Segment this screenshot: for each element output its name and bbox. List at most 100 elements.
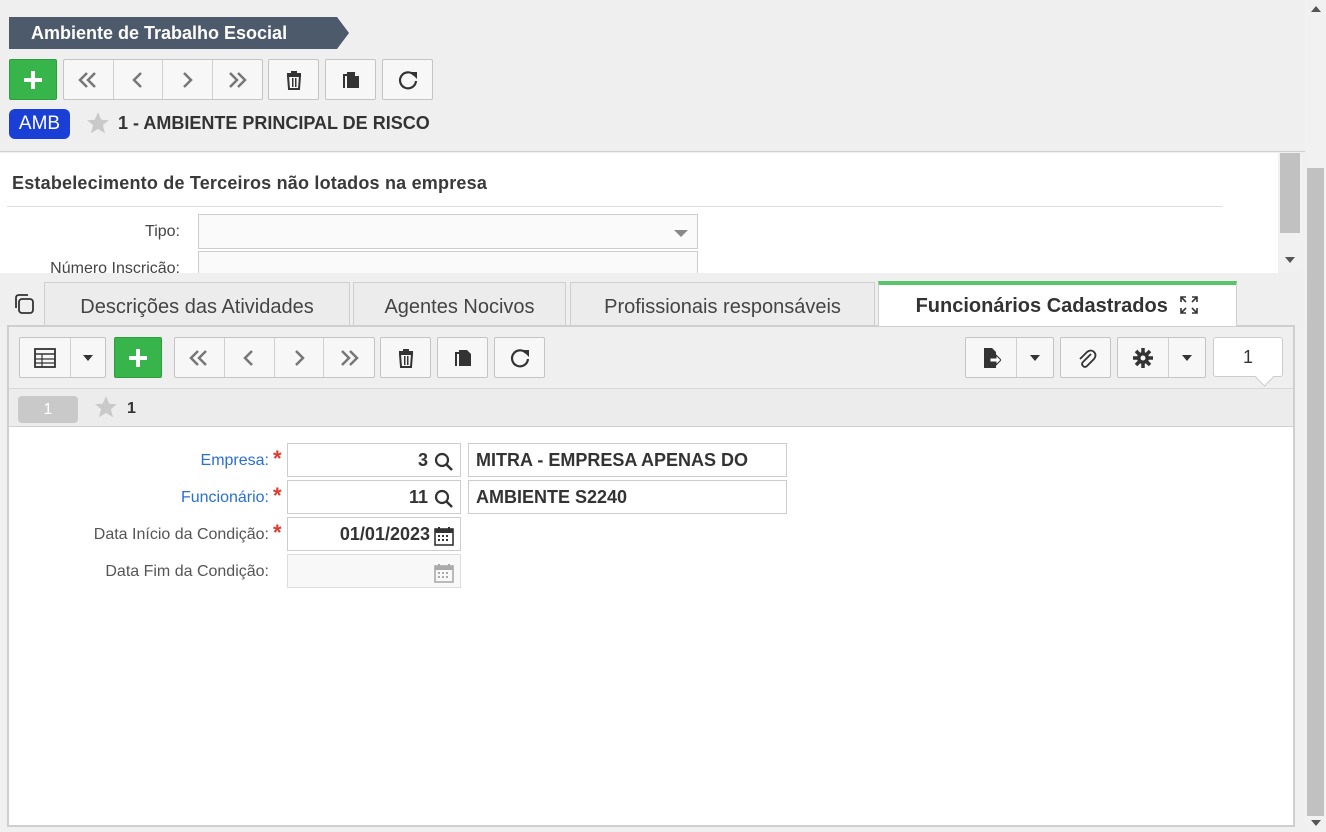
tab-descricoes-atividades[interactable]: Descrições das Atividades xyxy=(44,282,350,326)
next-icon xyxy=(183,71,194,88)
export-icon xyxy=(984,347,1002,368)
data-inicio-field[interactable]: 01/01/2023 xyxy=(287,517,461,551)
navigation-group xyxy=(63,59,263,100)
export-button[interactable] xyxy=(966,338,1018,377)
page-scrollbar[interactable] xyxy=(1305,0,1326,832)
module-badge: AMB xyxy=(9,109,70,139)
chevron-down-icon xyxy=(674,230,688,237)
add-button[interactable] xyxy=(9,59,57,100)
grid-view-button[interactable] xyxy=(20,338,72,377)
refresh-button[interactable] xyxy=(382,59,433,100)
previous-record-button[interactable] xyxy=(114,60,163,99)
required-marker: * xyxy=(273,446,282,471)
refresh-icon xyxy=(510,348,529,367)
record-count-box: 1 xyxy=(1213,337,1283,377)
panel-add-button[interactable] xyxy=(114,337,162,378)
copy-button[interactable] xyxy=(325,59,376,100)
funcionario-code: 11 xyxy=(408,487,428,507)
funcionario-name-field[interactable]: AMBIENTE S2240 xyxy=(468,480,787,514)
paperclip-icon xyxy=(1078,349,1096,368)
panel-delete-button[interactable] xyxy=(380,337,431,378)
scroll-down-icon[interactable] xyxy=(1285,257,1295,263)
form-scrollbar[interactable] xyxy=(1278,153,1302,271)
tipo-label: Tipo: xyxy=(145,223,180,240)
star-icon[interactable] xyxy=(93,394,119,420)
empresa-code-field[interactable]: 3 xyxy=(287,443,461,477)
expand-icon[interactable] xyxy=(1179,295,1199,315)
data-fim-label: Data Fim da Condição: xyxy=(105,563,269,580)
settings-dropdown-button[interactable] xyxy=(1169,338,1205,377)
tipo-select[interactable] xyxy=(198,214,698,249)
caret-down-icon xyxy=(1030,354,1041,361)
trash-icon xyxy=(398,348,413,368)
settings-group xyxy=(1117,337,1206,378)
section-divider xyxy=(7,206,1222,207)
form-scrollbar-thumb[interactable] xyxy=(1280,153,1300,233)
duplicate-window-icon[interactable] xyxy=(12,292,36,316)
copy-icon xyxy=(342,71,359,88)
plus-icon xyxy=(24,70,42,89)
data-fim-field[interactable] xyxy=(287,554,461,588)
view-dropdown-button[interactable] xyxy=(71,338,105,377)
tab-profissionais-responsaveis[interactable]: Profissionais responsáveis xyxy=(570,282,875,326)
tab-panel: 1 1 1 Empresa: * 3 MITRA - EMPRESA APENA… xyxy=(7,325,1295,827)
last-record-button[interactable] xyxy=(213,60,263,99)
header-area: Ambiente de Trabalho Esocial AMB 1 - AMB… xyxy=(0,0,1305,152)
panel-previous-button[interactable] xyxy=(225,338,275,377)
empresa-name-field[interactable]: MITRA - EMPRESA APENAS DO xyxy=(468,443,787,477)
calendar-icon[interactable] xyxy=(434,526,454,546)
delete-button[interactable] xyxy=(268,59,319,100)
panel-last-button[interactable] xyxy=(324,338,374,377)
view-selector xyxy=(19,337,106,378)
funcionario-label: Funcionário: xyxy=(180,489,269,506)
funcionario-code-field[interactable]: 11 xyxy=(287,480,461,514)
caret-down-icon xyxy=(1182,354,1193,361)
next-record-button[interactable] xyxy=(163,60,213,99)
last-icon xyxy=(229,71,248,88)
next-icon xyxy=(294,349,305,366)
scroll-down-icon[interactable] xyxy=(1311,820,1321,826)
tab-funcionarios-cadastrados[interactable]: Funcionários Cadastrados xyxy=(878,281,1237,326)
scroll-up-icon[interactable] xyxy=(1311,6,1321,12)
trash-icon xyxy=(286,70,301,90)
panel-refresh-button[interactable] xyxy=(494,337,545,378)
calendar-icon[interactable] xyxy=(434,563,454,583)
tab-funcionarios-label: Funcionários Cadastrados xyxy=(915,295,1168,317)
first-icon xyxy=(78,71,97,88)
page-scrollbar-thumb[interactable] xyxy=(1307,168,1324,816)
data-inicio-value: 01/01/2023 xyxy=(339,524,430,544)
empresa-label: Empresa: xyxy=(200,452,269,469)
copy-icon xyxy=(454,349,471,366)
numero-inscricao-label: Número Inscrição: xyxy=(50,260,180,273)
plus-icon xyxy=(129,348,147,367)
caret-down-icon xyxy=(83,354,94,361)
export-dropdown-button[interactable] xyxy=(1017,338,1053,377)
required-marker: * xyxy=(273,520,282,545)
panel-first-button[interactable] xyxy=(175,338,225,377)
export-group xyxy=(965,337,1054,378)
prev-icon xyxy=(131,71,142,88)
gear-icon xyxy=(1133,347,1154,368)
last-icon xyxy=(341,349,359,366)
panel-next-button[interactable] xyxy=(275,338,325,377)
panel-copy-button[interactable] xyxy=(437,337,488,378)
record-pill[interactable]: 1 xyxy=(18,396,78,423)
tab-agentes-nocivos[interactable]: Agentes Nocivos xyxy=(353,282,566,326)
empresa-code: 3 xyxy=(417,450,428,470)
section-title: Estabelecimento de Terceiros não lotados… xyxy=(12,173,488,193)
attachment-button[interactable] xyxy=(1060,337,1111,378)
panel-toolbar: 1 xyxy=(9,327,1293,389)
panel-navigation-group xyxy=(174,337,375,378)
settings-button[interactable] xyxy=(1118,338,1170,377)
record-strip: 1 1 xyxy=(9,389,1293,427)
numero-inscricao-field[interactable] xyxy=(198,251,698,273)
search-icon[interactable] xyxy=(434,489,454,509)
record-title: 1 - AMBIENTE PRINCIPAL DE RISCO xyxy=(118,113,430,133)
refresh-icon xyxy=(398,70,417,89)
first-record-button[interactable] xyxy=(64,60,114,99)
form-section: Estabelecimento de Terceiros não lotados… xyxy=(0,153,1278,273)
star-icon[interactable] xyxy=(85,110,111,136)
data-inicio-label: Data Início da Condição: xyxy=(93,526,269,543)
search-icon[interactable] xyxy=(434,452,454,472)
prev-icon xyxy=(243,349,254,366)
